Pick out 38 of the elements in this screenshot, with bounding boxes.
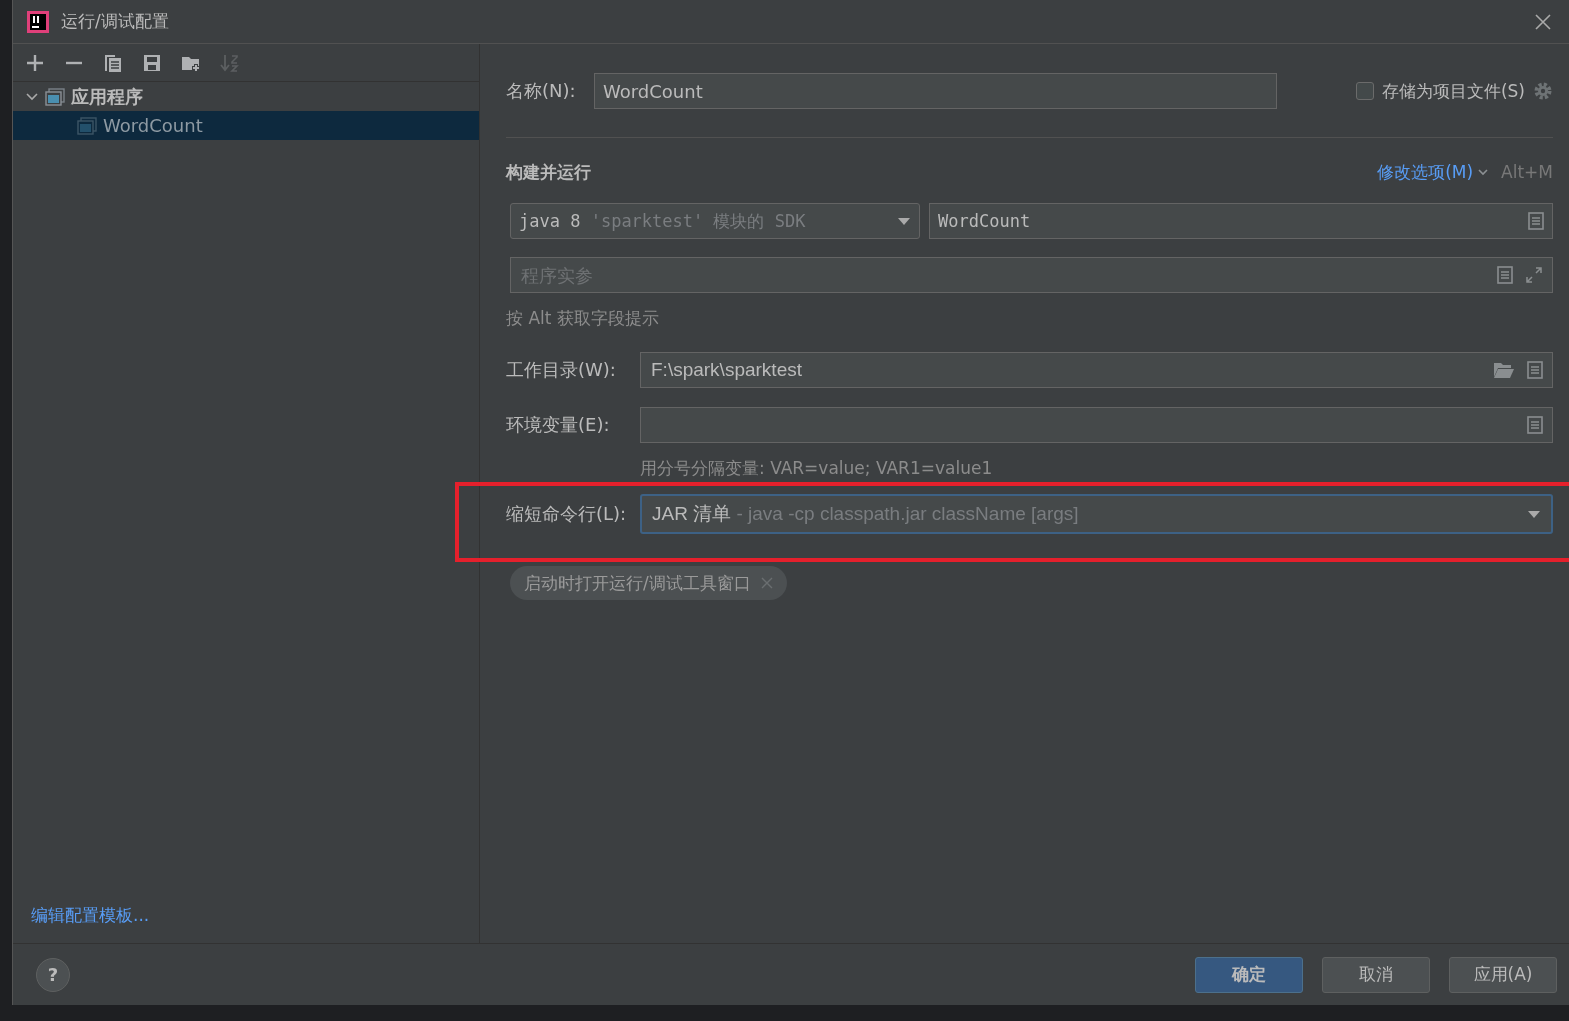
field-label: 名称(N): bbox=[506, 79, 577, 103]
document-icon[interactable] bbox=[1497, 266, 1513, 284]
document-icon[interactable] bbox=[1528, 212, 1544, 230]
window-icon bbox=[45, 87, 65, 106]
checkbox[interactable] bbox=[1355, 82, 1374, 100]
shortcut-hint: Alt+M bbox=[1501, 162, 1553, 182]
option-tag[interactable]: 启动时打开运行/调试工具窗口 bbox=[510, 566, 787, 600]
modify-options-link[interactable]: 修改选项(M) bbox=[1377, 160, 1490, 184]
hint-text: 按 Alt 获取字段提示 bbox=[506, 307, 660, 330]
dialog-button[interactable]: 应用(A) bbox=[1449, 956, 1557, 993]
document-icon[interactable] bbox=[1527, 361, 1543, 379]
dialog-button[interactable]: 取消 bbox=[1322, 956, 1430, 993]
section-title: 构建并运行 bbox=[506, 160, 591, 184]
environment-variables-field[interactable] bbox=[640, 407, 1553, 443]
window-icon bbox=[77, 116, 97, 135]
chevron-icon[interactable] bbox=[1477, 167, 1490, 177]
working-directory-field[interactable]: F:\spark\sparktest bbox=[640, 352, 1553, 388]
edit-templates-link[interactable]: 编辑配置模板... bbox=[13, 904, 479, 943]
app-logo-icon bbox=[27, 10, 49, 33]
main-class-field[interactable]: WordCount bbox=[929, 203, 1553, 239]
help-button[interactable]: ? bbox=[36, 957, 70, 992]
settings-icon[interactable] bbox=[1533, 81, 1553, 101]
folder-icon[interactable] bbox=[1493, 361, 1515, 379]
field-label: 环境变量(E): bbox=[506, 413, 611, 437]
document-icon[interactable] bbox=[1527, 416, 1543, 434]
window-title: 运行/调试配置 bbox=[61, 10, 170, 33]
field-label: 缩短命令行(L): bbox=[506, 502, 628, 526]
name-field[interactable]: WordCount bbox=[594, 73, 1277, 109]
field-label: 工作目录(W): bbox=[506, 358, 617, 382]
tree-item[interactable]: 应用程序 bbox=[13, 82, 479, 111]
tree-item[interactable]: WordCount bbox=[13, 111, 479, 140]
caret-icon[interactable] bbox=[1527, 509, 1541, 519]
checkbox-label[interactable]: 存储为项目文件(S) bbox=[1381, 79, 1525, 103]
hint-text: 用分号分隔变量: VAR=value; VAR1=value1 bbox=[640, 457, 994, 480]
close-icon[interactable] bbox=[1535, 13, 1551, 30]
expand-icon[interactable] bbox=[1525, 266, 1543, 284]
ok-button[interactable]: 确定 bbox=[1195, 956, 1303, 993]
caret-icon[interactable] bbox=[897, 216, 911, 226]
